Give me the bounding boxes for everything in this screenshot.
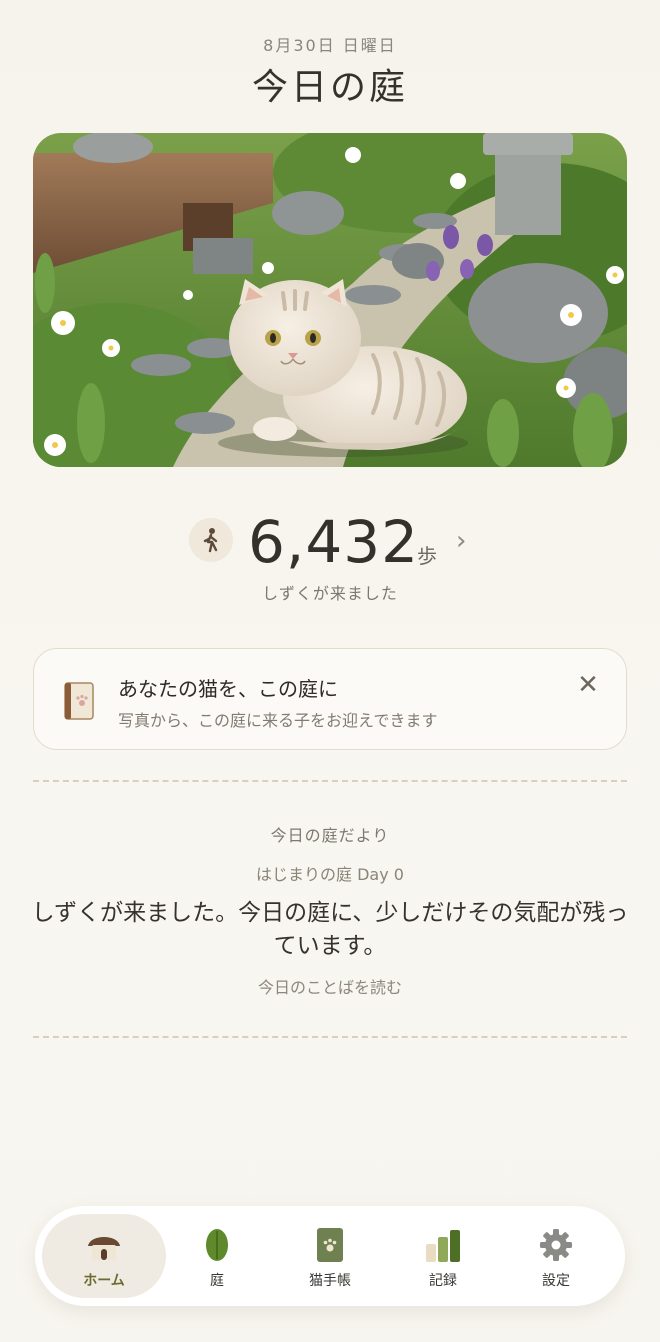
tab-garden[interactable]: 庭: [155, 1214, 279, 1298]
garden-day-label: はじまりの庭 Day 0: [256, 865, 404, 884]
step-count: 6,432: [248, 508, 420, 576]
tab-label: 設定: [542, 1273, 570, 1289]
invite-cat-card[interactable]: あなたの猫を、この庭に 写真から、この庭に来る子をお迎えできます ✕: [33, 648, 627, 750]
tab-label: ホーム: [83, 1273, 125, 1289]
leaf-icon: [155, 1226, 279, 1264]
step-count-row[interactable]: 6,432 歩 ›: [0, 508, 660, 576]
tab-cat-notebook[interactable]: 猫手帳: [268, 1214, 392, 1298]
divider: [33, 1036, 627, 1038]
tab-label: 記録: [429, 1273, 457, 1289]
walking-person-icon: [189, 518, 233, 562]
card-title: あなたの猫を、この庭に: [118, 677, 338, 701]
card-subtitle: 写真から、この庭に来る子をお迎えできます: [118, 711, 438, 730]
read-words-link[interactable]: 今日のことばを読む: [0, 974, 660, 998]
step-unit: 歩: [417, 544, 437, 568]
page-title: 今日の庭: [251, 67, 408, 108]
tab-label: 庭: [210, 1273, 224, 1289]
gear-icon: [494, 1226, 618, 1264]
divider: [33, 780, 627, 782]
tab-label: 猫手帳: [309, 1273, 351, 1289]
garden-cat-illustration: [33, 133, 627, 467]
tab-settings[interactable]: 設定: [494, 1214, 618, 1298]
tab-records[interactable]: 記録: [381, 1214, 505, 1298]
bottom-tab-bar: ホーム 庭 猫手帳 記録 設定: [35, 1206, 625, 1306]
house-icon: [42, 1226, 166, 1264]
cat-notebook-icon: [63, 681, 95, 721]
garden-news-body: しずくが来ました。今日の庭に、少しだけその気配が残っています。: [31, 900, 629, 959]
garden-news-heading: 今日の庭だより: [270, 826, 390, 845]
home-screen: 8月30日 日曜日 今日の庭 6,432 歩 › しずくが来ました あなたの猫を…: [0, 0, 660, 1342]
tab-home[interactable]: ホーム: [42, 1214, 166, 1298]
date-label: 8月30日 日曜日: [263, 36, 397, 55]
cat-notebook-icon: [268, 1226, 392, 1264]
close-icon[interactable]: ✕: [574, 671, 602, 699]
chevron-right-icon[interactable]: ›: [456, 526, 466, 556]
bar-chart-icon: [381, 1226, 505, 1264]
garden-hero-image[interactable]: [33, 133, 627, 467]
steps-caption: しずくが来ました: [262, 584, 398, 603]
